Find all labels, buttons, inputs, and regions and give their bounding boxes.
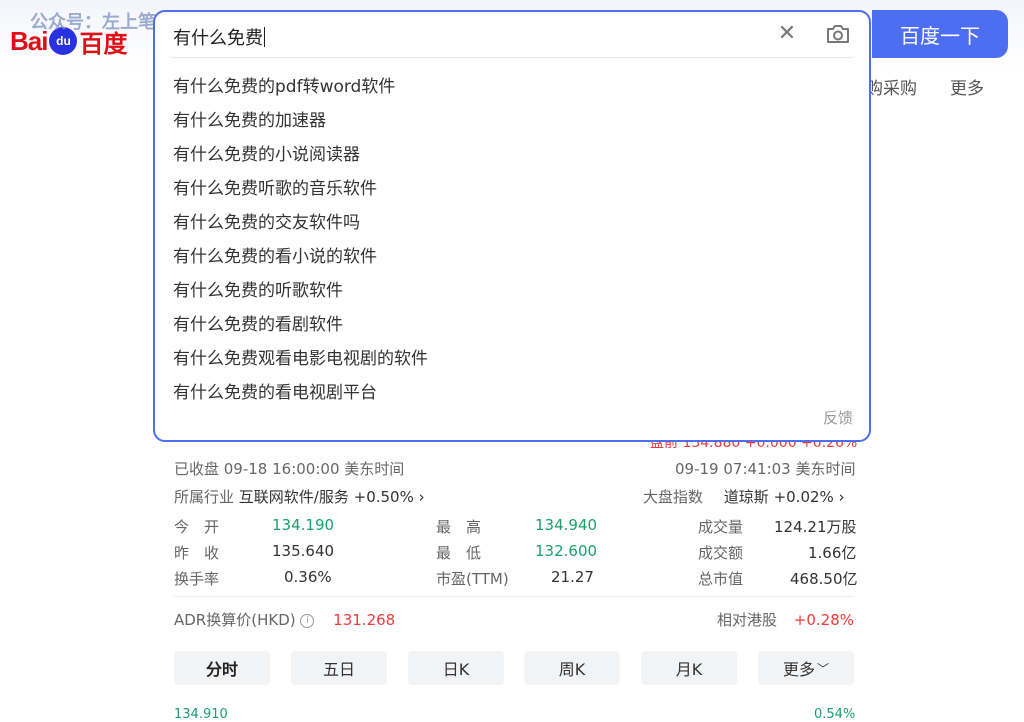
tab-daily-k[interactable]: 日K (408, 651, 504, 685)
stat-label: 成交量 (698, 518, 744, 536)
update-time: 09-19 07:41:03 美东时间 (675, 460, 856, 478)
suggestion-divider (171, 57, 853, 58)
suggestion-item[interactable]: 有什么免费的加速器 (173, 104, 428, 138)
suggestion-item[interactable]: 有什么免费的看剧软件 (173, 308, 428, 342)
suggestion-item[interactable]: 有什么免费的看小说的软件 (173, 240, 428, 274)
chart-top-percent: 0.54% (814, 707, 856, 722)
suggestion-item[interactable]: 有什么免费的小说阅读器 (173, 138, 428, 172)
suggestion-item[interactable]: 有什么免费听歌的音乐软件 (173, 172, 428, 206)
stat-label: 最 低 (436, 544, 482, 562)
feedback-link[interactable]: 反馈 (823, 407, 853, 428)
stat-label: 市盈(TTM) (436, 570, 509, 588)
stat-label: 今 开 (174, 518, 220, 536)
info-icon[interactable]: i (300, 614, 315, 628)
relative-row: 相对港股 +0.28% (717, 609, 854, 630)
industry-row[interactable]: 所属行业 互联网软件/服务 +0.50% › (174, 486, 425, 507)
close-icon[interactable]: ✕ (775, 22, 799, 46)
section-divider (174, 596, 854, 597)
suggestion-list: 有什么免费的pdf转word软件 有什么免费的加速器 有什么免费的小说阅读器 有… (173, 70, 428, 410)
adr-label: ADR换算价(HKD) (174, 611, 296, 629)
tab-intraday[interactable]: 分时 (174, 651, 270, 685)
suggestion-item[interactable]: 有什么免费观看电影电视剧的软件 (173, 342, 428, 376)
stat-value-high: 134.940 (535, 516, 598, 534)
tab-monthly-k[interactable]: 月K (641, 651, 737, 685)
adr-value: 131.268 (333, 611, 396, 629)
market-index-label: 大盘指数 (643, 488, 704, 506)
search-suggestion-box: 有什么免费 ✕ 有什么免费的pdf转word软件 有什么免费的加速器 有什么免费… (153, 10, 871, 442)
stat-value-amount: 1.66亿 (808, 544, 857, 562)
search-query-text: 有什么免费 (173, 28, 263, 49)
stat-label: 换手率 (174, 570, 220, 588)
tab-five-day[interactable]: 五日 (291, 651, 387, 685)
suggestion-item[interactable]: 有什么免费的听歌软件 (173, 274, 428, 308)
stat-value-prev-close: 135.640 (272, 542, 335, 560)
stat-label: 最 高 (436, 518, 482, 536)
chevron-down-icon: ﹀ (817, 661, 830, 676)
industry-value: 互联网软件/服务 +0.50% (238, 488, 414, 506)
stat-value-low: 132.600 (535, 542, 598, 560)
stat-value-open: 134.190 (272, 516, 335, 534)
chevron-right-icon: › (838, 488, 845, 506)
stat-value-turnover: 0.36% (284, 568, 332, 586)
stat-value-pe: 21.27 (551, 568, 594, 586)
tab-more[interactable]: 更多 ﹀ (758, 651, 854, 685)
stat-label: 成交额 (698, 544, 744, 562)
suggestion-item[interactable]: 有什么免费的交友软件吗 (173, 206, 428, 240)
nav-item-more[interactable]: 更多 (950, 74, 984, 99)
tab-more-label: 更多 (782, 660, 815, 679)
stat-label: 总市值 (698, 570, 744, 588)
relative-label: 相对港股 (717, 611, 778, 629)
search-button[interactable]: 百度一下 (872, 10, 1008, 58)
stat-value-market-cap: 468.50亿 (790, 570, 858, 588)
stat-label: 昨 收 (174, 544, 220, 562)
nav-item-purchase[interactable]: 购采购 (866, 74, 917, 99)
suggestion-item[interactable]: 有什么免费的看电视剧平台 (173, 376, 428, 410)
industry-label: 所属行业 (174, 488, 235, 506)
adr-row: ADR换算价(HKD) i 131.268 (174, 609, 395, 630)
camera-icon[interactable] (825, 23, 851, 45)
search-input[interactable]: 有什么免费 (173, 24, 265, 50)
chart-top-price: 134.910 (174, 707, 228, 722)
relative-value: +0.28% (793, 611, 855, 629)
text-caret (264, 27, 265, 47)
suggestion-item[interactable]: 有什么免费的pdf转word软件 (173, 70, 428, 104)
chevron-right-icon: › (418, 488, 425, 506)
market-index-value: 道琼斯 +0.02% (723, 488, 834, 506)
market-status: 已收盘 09-18 16:00:00 美东时间 (174, 460, 405, 478)
market-index-row[interactable]: 大盘指数 道琼斯 +0.02% › (643, 486, 845, 507)
tab-weekly-k[interactable]: 周K (524, 651, 620, 685)
stat-value-volume: 124.21万股 (774, 518, 857, 536)
